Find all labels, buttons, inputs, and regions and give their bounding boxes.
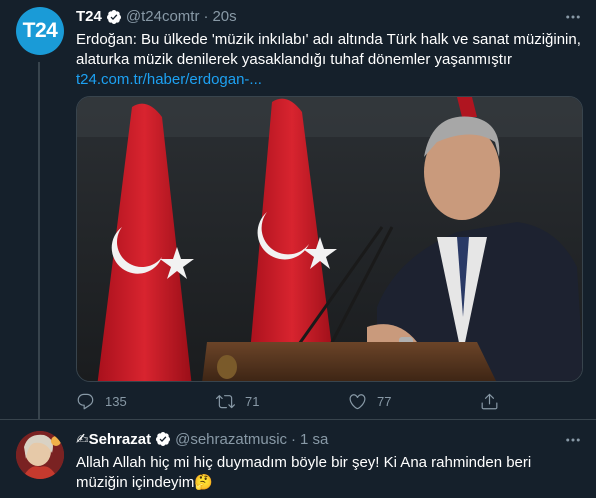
- verified-icon: [156, 432, 171, 446]
- tweet-photo[interactable]: [76, 96, 583, 382]
- t24-logo-text: T24: [22, 19, 58, 42]
- reply-author-handle[interactable]: @sehrazatmusic: [175, 431, 287, 448]
- verified-icon: [106, 9, 121, 24]
- tweet-t24[interactable]: T24 T24 @t24comtr · 20s Erdoğan: Bu ülke…: [0, 0, 596, 420]
- retweet-icon: [216, 395, 235, 409]
- author-handle[interactable]: @t24comtr: [126, 8, 200, 25]
- tweet-header: T24 @t24comtr · 20s: [76, 8, 237, 25]
- photo-image: [77, 97, 582, 381]
- like-count: 77: [377, 394, 392, 409]
- retweet-button[interactable]: 71: [216, 392, 259, 411]
- tweet-actions: 135 71 77: [76, 392, 516, 414]
- reply-button[interactable]: 135: [76, 392, 127, 411]
- more-options-icon[interactable]: [564, 8, 582, 26]
- avatar-photo: [16, 431, 64, 479]
- more-options-icon[interactable]: [564, 431, 582, 449]
- t24-avatar[interactable]: T24: [16, 7, 64, 55]
- share-button[interactable]: [480, 392, 509, 411]
- thread-line: [38, 62, 40, 420]
- reply-text: Allah Allah hiç mi hiç duymadım böyle bi…: [76, 454, 532, 491]
- share-icon: [481, 393, 498, 410]
- tweet-reply[interactable]: ✍Sehrazat @sehrazatmusic · 1 sa Allah Al…: [0, 421, 596, 498]
- reply-author-name[interactable]: ✍Sehrazat: [76, 430, 151, 448]
- heart-icon: [349, 394, 366, 410]
- tweet-body: Erdoğan: Bu ülkede 'müzik inkılabı' adı …: [76, 31, 581, 68]
- tweet-link[interactable]: t24.com.tr/haber/erdogan-...: [76, 71, 262, 88]
- author-name[interactable]: T24: [76, 8, 102, 25]
- separator-dot: ·: [203, 8, 209, 25]
- reply-count: 135: [105, 394, 127, 409]
- tweet-text: Erdoğan: Bu ülkede 'müzik inkılabı' adı …: [76, 30, 586, 90]
- reply-icon: [77, 393, 94, 410]
- sehrazat-avatar[interactable]: [16, 431, 64, 479]
- separator-dot: ·: [291, 430, 297, 448]
- like-button[interactable]: 77: [348, 392, 391, 411]
- reply-time[interactable]: 1 sa: [300, 431, 328, 448]
- retweet-count: 71: [245, 394, 260, 409]
- tweet-time[interactable]: 20s: [212, 8, 236, 25]
- reply-header: ✍Sehrazat @sehrazatmusic · 1 sa: [76, 430, 328, 449]
